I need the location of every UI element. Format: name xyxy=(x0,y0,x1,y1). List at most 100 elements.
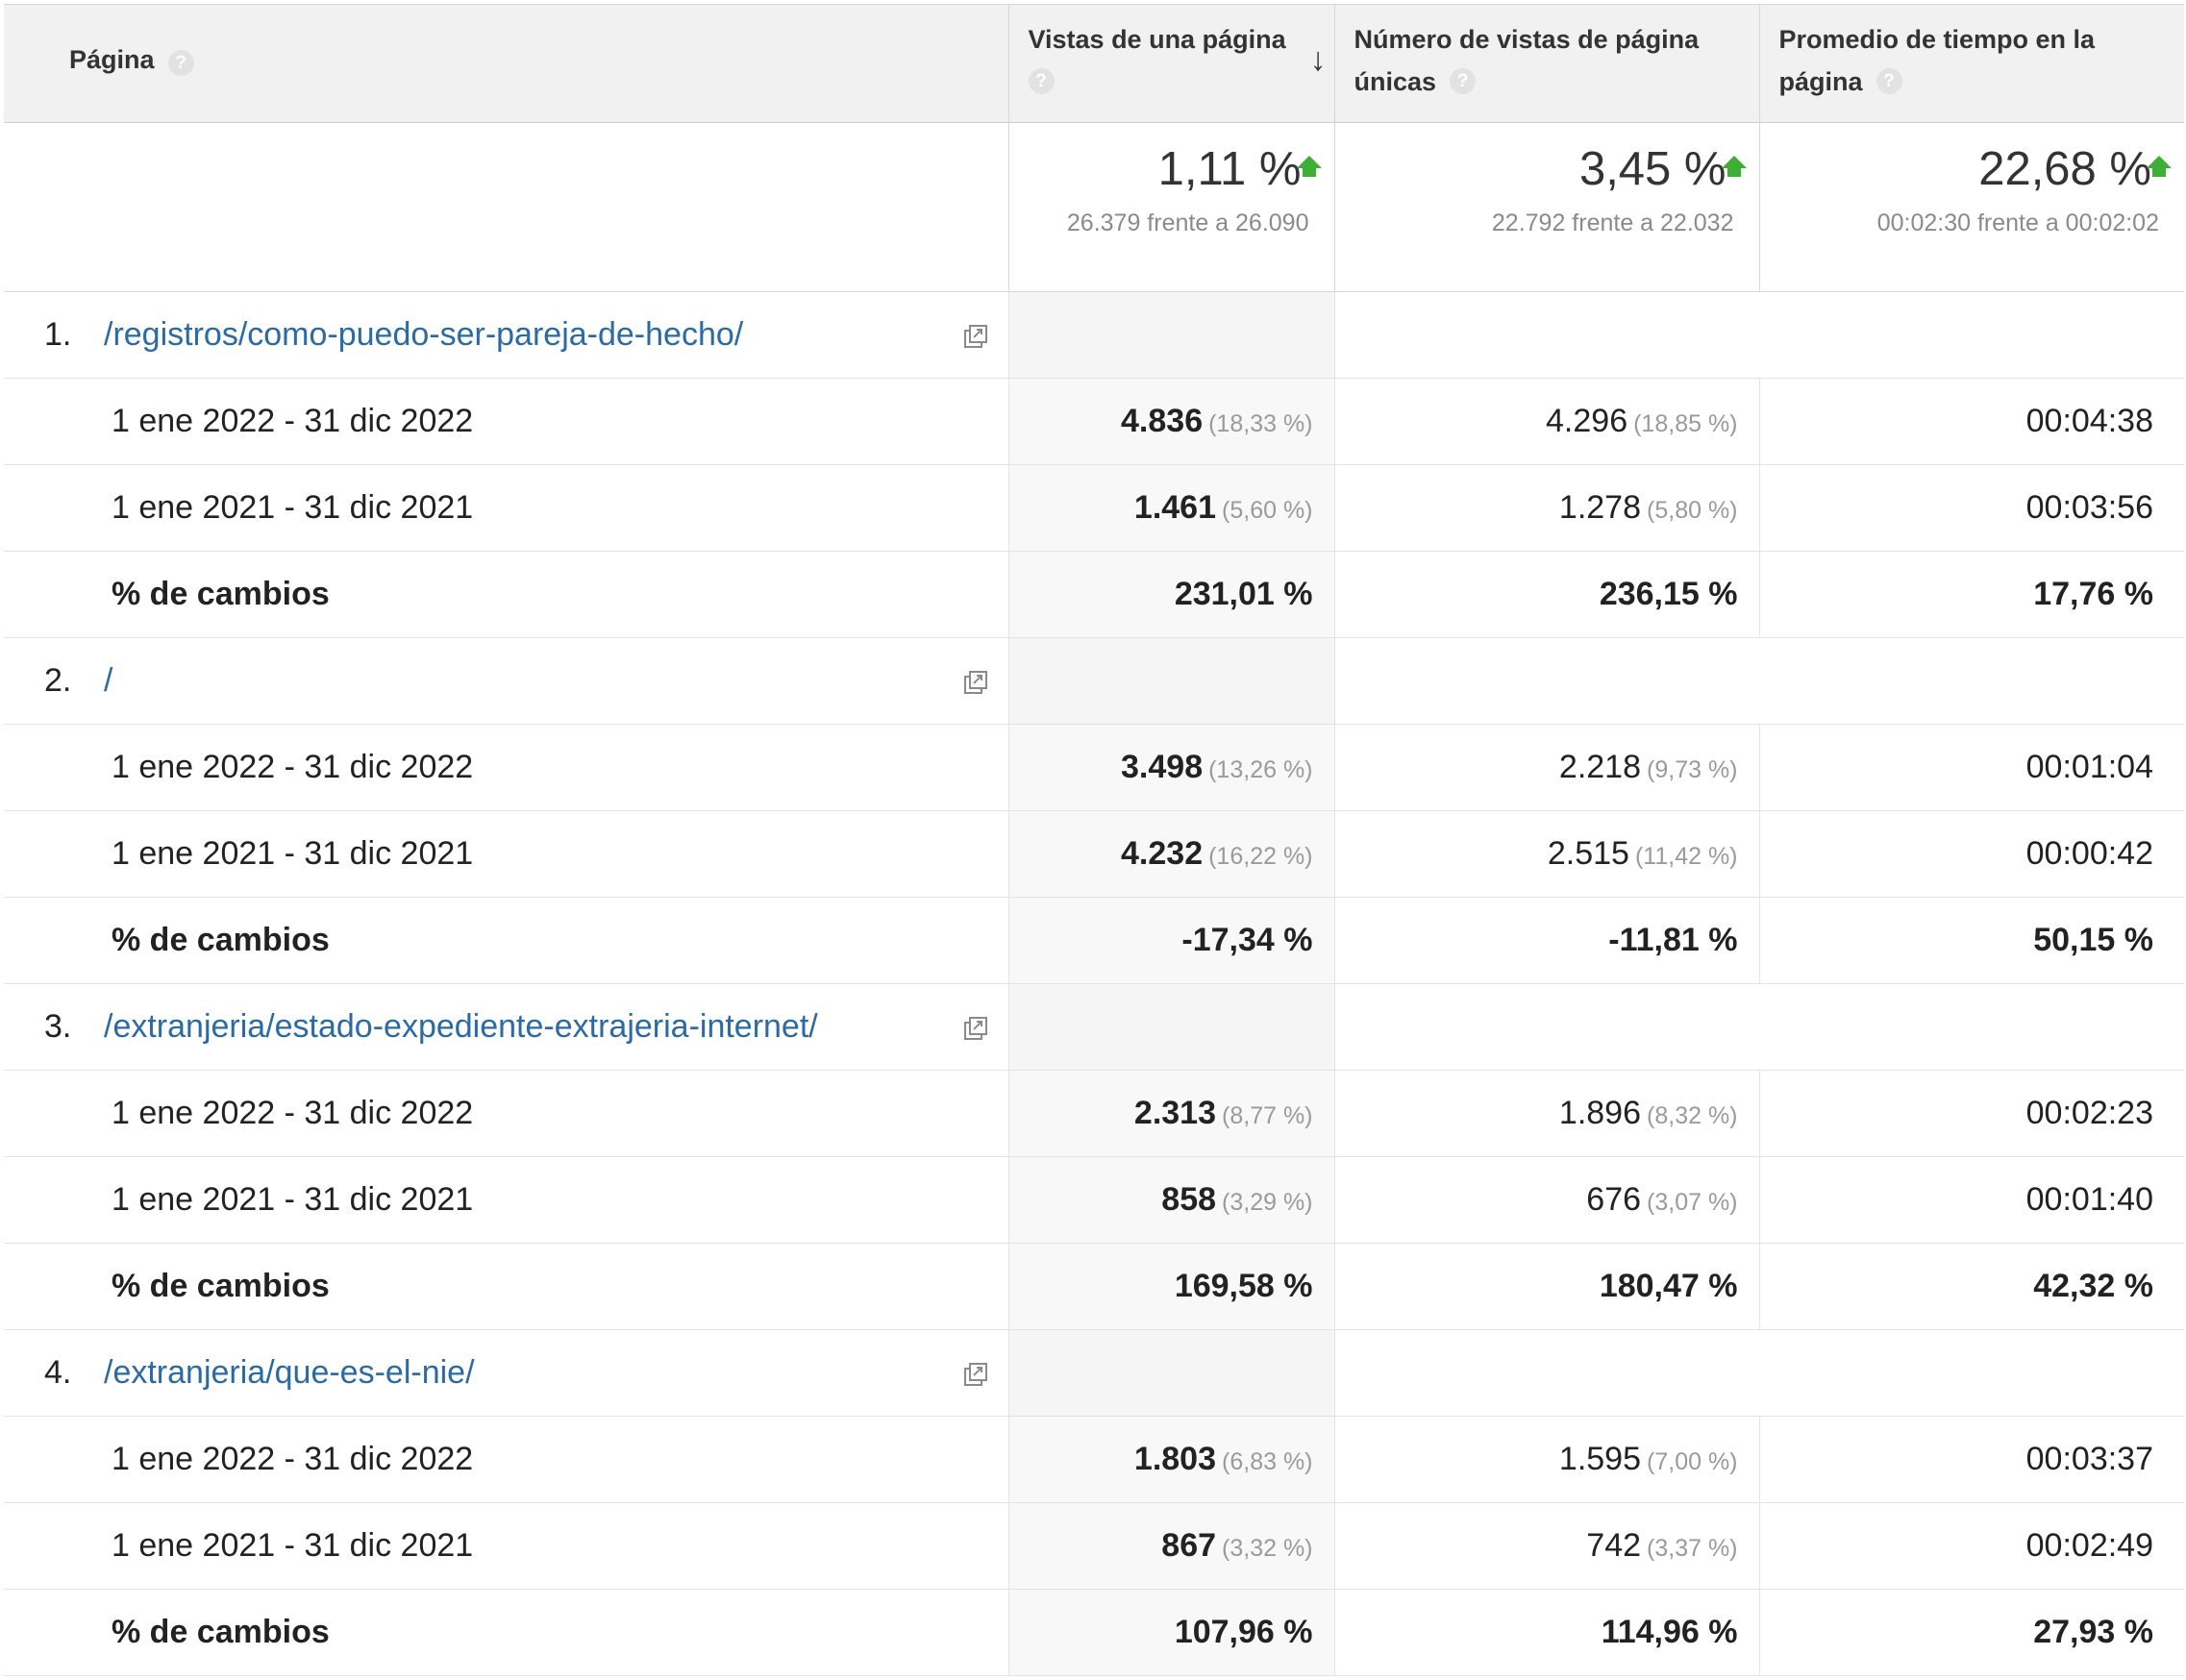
unique-value: 2.515 xyxy=(1547,835,1629,872)
column-header-page[interactable]: Página? xyxy=(4,4,1008,123)
unique-percent: (8,32 %) xyxy=(1647,1102,1738,1129)
header-row: Página? Vistas de una página ? ↓ Número … xyxy=(4,4,2184,123)
group-blank xyxy=(1333,983,2184,1071)
column-header-page-label: Página xyxy=(69,45,155,74)
date-range-label: 1 ene 2021 - 31 dic 2021 xyxy=(4,464,1008,552)
table-row: 1 ene 2021 - 31 dic 2021 4.232 (16,22 %) 2.… xyxy=(4,810,2184,898)
row-index: 4. xyxy=(44,1354,72,1391)
unique-cell: 4.296 (18,85 %) xyxy=(1333,378,1759,465)
summary-time-compare: 00:02:30 frente a 00:02:02 xyxy=(1876,210,2159,236)
change-label: % de cambios xyxy=(4,1243,1008,1330)
views-value: 1.461 xyxy=(1133,489,1217,526)
unique-percent: (5,80 %) xyxy=(1647,497,1738,524)
summary-unique-value: 3,45 % xyxy=(1578,143,1726,195)
page-cell: 3. /extranjeria/estado-expediente-extraje… xyxy=(4,983,1008,1071)
change-unique: 180,47 % xyxy=(1333,1243,1759,1330)
unique-percent: (3,07 %) xyxy=(1647,1189,1738,1216)
change-time: 50,15 % xyxy=(1758,897,2184,984)
views-cell: 3.498 (13,26 %) xyxy=(1007,724,1334,811)
date-range-label: 1 ene 2021 - 31 dic 2021 xyxy=(4,1156,1008,1244)
summary-unique: 3,45 % 22.792 frente a 22.032 xyxy=(1333,122,1759,292)
open-in-new-window-icon[interactable] xyxy=(962,1013,989,1040)
help-icon[interactable]: ? xyxy=(1450,68,1477,95)
page-cell: 1. /registros/como-puedo-ser-pareja-de-he… xyxy=(4,291,1008,379)
time-value: 00:04:38 xyxy=(1758,378,2184,465)
summary-time-value: 22,68 % xyxy=(1978,143,2151,195)
table-row: 1 ene 2022 - 31 dic 2022 3.498 (13,26 %) 2.… xyxy=(4,724,2184,811)
views-value: 858 xyxy=(1161,1181,1217,1218)
help-icon[interactable]: ? xyxy=(1875,68,1902,95)
unique-cell: 742 (3,37 %) xyxy=(1333,1502,1759,1590)
unique-cell: 2.218 (9,73 %) xyxy=(1333,724,1759,811)
views-cell: 1.461 (5,60 %) xyxy=(1007,464,1334,552)
change-views: -17,34 % xyxy=(1007,897,1334,984)
unique-value: 676 xyxy=(1586,1181,1642,1218)
time-value: 00:02:49 xyxy=(1758,1502,2184,1590)
group-views-blank xyxy=(1007,1329,1334,1417)
summary-row: 1,11 % 26.379 frente a 26.090 3,45 % 22.… xyxy=(4,122,2184,292)
open-in-new-window-icon[interactable] xyxy=(962,321,989,348)
change-row: % de cambios 107,96 % 114,96 % 27,93 % xyxy=(4,1589,2184,1676)
row-index: 3. xyxy=(44,1008,72,1045)
views-percent: (8,77 %) xyxy=(1222,1102,1313,1129)
help-icon[interactable]: ? xyxy=(167,50,194,77)
page-link[interactable]: /extranjeria/que-es-el-nie/ xyxy=(104,1354,475,1391)
change-label: % de cambios xyxy=(4,897,1008,984)
open-in-new-window-icon[interactable] xyxy=(962,1359,989,1386)
date-range-label: 1 ene 2021 - 31 dic 2021 xyxy=(4,1502,1008,1590)
group-blank xyxy=(1333,637,2184,725)
table-row: 1 ene 2021 - 31 dic 2021 858 (3,29 %) 676 (3… xyxy=(4,1156,2184,1244)
summary-time: 22,68 % 00:02:30 frente a 00:02:02 xyxy=(1758,122,2184,292)
time-value: 00:01:04 xyxy=(1758,724,2184,811)
views-value: 4.232 xyxy=(1121,835,1204,872)
group-views-blank xyxy=(1007,983,1334,1071)
column-header-unique-label: Número de vistas de página únicas xyxy=(1354,25,1700,96)
column-header-views[interactable]: Vistas de una página ? ↓ xyxy=(1007,4,1334,123)
unique-cell: 1.595 (7,00 %) xyxy=(1333,1416,1759,1503)
change-time: 42,32 % xyxy=(1758,1243,2184,1330)
table-row: 1 ene 2021 - 31 dic 2021 867 (3,32 %) 742 (3… xyxy=(4,1502,2184,1590)
change-views: 231,01 % xyxy=(1007,551,1334,638)
change-time: 27,93 % xyxy=(1758,1589,2184,1676)
page-link[interactable]: /registros/como-puedo-ser-pareja-de-hech… xyxy=(104,316,743,353)
views-percent: (3,29 %) xyxy=(1222,1189,1313,1216)
views-percent: (18,33 %) xyxy=(1208,410,1313,437)
group-blank xyxy=(1333,291,2184,379)
arrow-down-icon[interactable]: ↓ xyxy=(1310,43,1327,76)
table-row: 1 ene 2022 - 31 dic 2022 1.803 (6,83 %) 1.5… xyxy=(4,1416,2184,1503)
views-percent: (6,83 %) xyxy=(1222,1448,1313,1475)
page-link[interactable]: / xyxy=(104,662,112,699)
unique-value: 2.218 xyxy=(1558,749,1642,785)
date-range-label: 1 ene 2022 - 31 dic 2022 xyxy=(4,1416,1008,1503)
report-table: Página? Vistas de una página ? ↓ Número … xyxy=(4,4,2184,1676)
time-value: 00:01:40 xyxy=(1758,1156,2184,1244)
unique-value: 742 xyxy=(1586,1527,1642,1564)
group-blank xyxy=(1333,1329,2184,1417)
page-group-row: 2. / xyxy=(4,637,2184,725)
column-header-unique[interactable]: Número de vistas de página únicas? xyxy=(1333,4,1759,123)
views-value: 867 xyxy=(1161,1527,1217,1564)
help-icon[interactable]: ? xyxy=(1028,68,1055,95)
page-link[interactable]: /extranjeria/estado-expediente-extrajeri… xyxy=(104,1008,818,1045)
table-row: 1 ene 2022 - 31 dic 2022 4.836 (18,33 %) 4.… xyxy=(4,378,2184,465)
unique-cell: 1.896 (8,32 %) xyxy=(1333,1070,1759,1157)
time-value: 00:02:23 xyxy=(1758,1070,2184,1157)
views-cell: 867 (3,32 %) xyxy=(1007,1502,1334,1590)
summary-views: 1,11 % 26.379 frente a 26.090 xyxy=(1007,122,1334,292)
views-cell: 858 (3,29 %) xyxy=(1007,1156,1334,1244)
row-index: 1. xyxy=(44,316,72,353)
views-percent: (16,22 %) xyxy=(1208,843,1313,870)
change-views: 107,96 % xyxy=(1007,1589,1334,1676)
change-unique: 114,96 % xyxy=(1333,1589,1759,1676)
date-range-label: 1 ene 2022 - 31 dic 2022 xyxy=(4,378,1008,465)
analytics-report: Página? Vistas de una página ? ↓ Número … xyxy=(0,0,2186,1680)
summary-views-compare: 26.379 frente a 26.090 xyxy=(1066,210,1309,236)
open-in-new-window-icon[interactable] xyxy=(962,667,989,694)
row-index: 2. xyxy=(44,662,72,699)
date-range-label: 1 ene 2022 - 31 dic 2022 xyxy=(4,1070,1008,1157)
summary-blank xyxy=(4,122,1008,292)
unique-percent: (7,00 %) xyxy=(1647,1448,1738,1475)
unique-value: 1.896 xyxy=(1558,1095,1642,1131)
column-header-time[interactable]: Promedio de tiempo en la página? xyxy=(1758,4,2184,123)
views-value: 1.803 xyxy=(1133,1441,1217,1477)
